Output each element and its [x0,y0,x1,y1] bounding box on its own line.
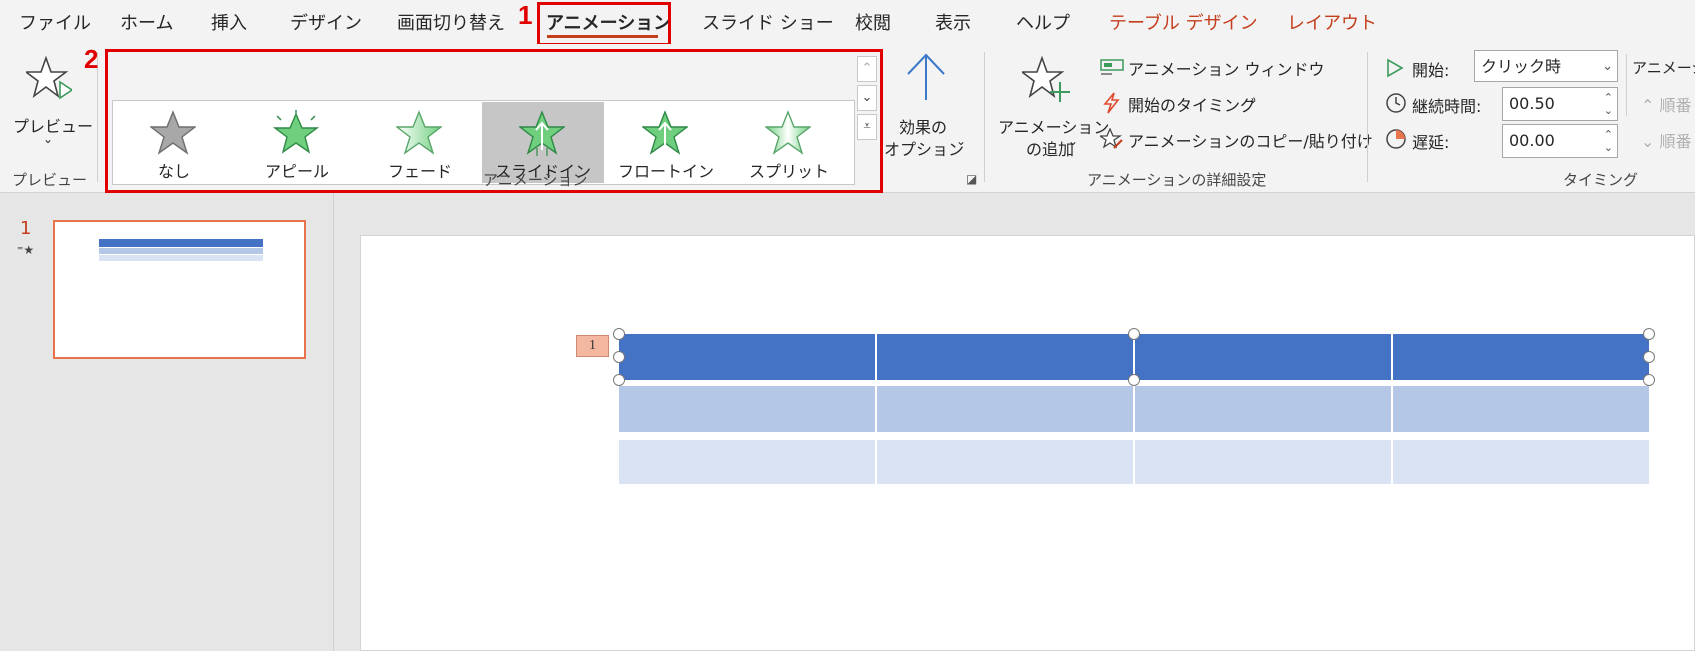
chevron-down-icon: ⌄ [1068,134,1079,148]
table-cell[interactable] [877,440,1133,484]
animation-pane-icon [1100,59,1124,75]
preview-star-icon [26,56,72,100]
start-dropdown[interactable]: クリック時 ⌄ [1474,50,1618,82]
tab-slideshow[interactable]: スライド ショー [702,9,834,35]
delay-spinner[interactable]: 00.00 ⌃ ⌄ [1502,124,1618,158]
thumb-table-row [99,255,263,261]
dialog-launcher-icon[interactable]: ◪ [966,172,977,186]
tab-view[interactable]: 表示 [935,9,971,35]
table-cell[interactable] [1135,334,1391,380]
spin-up-icon[interactable]: ⌃ [1604,129,1613,141]
tab-file[interactable]: ファイル [19,9,91,35]
chevron-down-icon: ⌄ [956,134,967,148]
table-cell[interactable] [877,334,1133,380]
table-cell[interactable] [1135,440,1391,484]
lightning-icon [1103,92,1120,114]
resize-handle[interactable] [1643,328,1655,340]
spin-down-icon[interactable]: ⌄ [1604,105,1613,117]
callout-number-1: 1 [518,0,533,30]
thumb-table-row [99,248,263,254]
table-cell[interactable] [619,440,875,484]
delay-clock-icon [1386,129,1406,149]
duration-spinner[interactable]: 00.50 ⌃ ⌄ [1502,87,1618,121]
tab-insert[interactable]: 挿入 [211,9,247,35]
add-animation-button[interactable]: アニメーション の追加 ⌄ [998,52,1109,159]
group-label-advanced-animation: アニメーションの詳細設定 [1087,171,1267,189]
arrow-up-icon [907,53,945,100]
slide-number: 1 [20,218,32,239]
table-cell[interactable] [619,334,875,380]
resize-handle[interactable] [1643,374,1655,386]
spin-up-icon[interactable]: ⌃ [1604,92,1613,104]
resize-handle[interactable] [613,351,625,363]
resize-handle[interactable] [1128,374,1140,386]
ribbon-tab-bar: ファイル ホーム 挿入 デザイン 画面切り替え アニメーション スライド ショー… [0,0,1695,44]
table-cell[interactable] [1135,386,1391,432]
tab-layout[interactable]: レイアウト [1287,9,1377,35]
table-cell[interactable] [1393,334,1649,380]
reorder-title: アニメーシ [1632,59,1695,77]
chevron-down-icon: ⌄ [1248,92,1259,106]
tab-design[interactable]: デザイン [290,9,362,35]
animation-painter-icon [1100,128,1123,149]
table-cell[interactable] [1393,440,1649,484]
callout-box-animations-tab [537,2,671,46]
callout-number-2: 2 [84,44,99,74]
spin-down-icon[interactable]: ⌄ [1604,142,1613,154]
chevron-down-icon: ⌄ [43,132,54,146]
add-animation-star-icon [1022,56,1070,102]
slide-thumbnail-pane: 1 ⁼★ [0,193,334,651]
move-later-button[interactable]: ⌄ 順番 [1641,128,1692,152]
group-label-preview: プレビュー [12,171,88,189]
resize-handle[interactable] [1643,351,1655,363]
table-cell[interactable] [1393,386,1649,432]
animation-indicator-icon: ⁼★ [17,243,35,257]
animation-order-tag[interactable]: 1 [576,335,609,357]
slide-thumbnail[interactable] [53,220,306,359]
group-divider [1626,54,1627,116]
start-label: 開始: [1412,61,1450,80]
tab-table-design[interactable]: テーブル デザイン [1109,9,1258,35]
duration-label: 継続時間: [1412,97,1482,116]
table-cell[interactable] [619,386,875,432]
tab-review[interactable]: 校閲 [855,9,891,35]
resize-handle[interactable] [1128,328,1140,340]
tab-home[interactable]: ホーム [120,9,173,35]
table-row[interactable] [619,440,1649,484]
clock-icon [1386,93,1406,113]
delay-label: 遅延: [1412,133,1450,152]
callout-box-animation-gallery [105,49,883,193]
preview-button[interactable]: プレビュー ⌄ [12,52,93,152]
effect-options-button[interactable]: 効果の オプション ⌄ [884,52,967,159]
table-row[interactable] [619,386,1649,432]
group-divider [984,52,985,182]
tab-transitions[interactable]: 画面切り替え [397,9,505,35]
tab-help[interactable]: ヘルプ [1016,9,1070,35]
resize-handle[interactable] [613,328,625,340]
thumb-table-header [99,239,263,247]
play-icon [1387,58,1404,78]
resize-handle[interactable] [613,374,625,386]
group-label-timing: タイミング [1563,171,1639,189]
move-earlier-button[interactable]: ⌃ 順番 [1641,92,1692,116]
chevron-down-icon: ⌄ [1602,59,1613,74]
group-divider [1367,52,1368,182]
table-cell[interactable] [877,386,1133,432]
